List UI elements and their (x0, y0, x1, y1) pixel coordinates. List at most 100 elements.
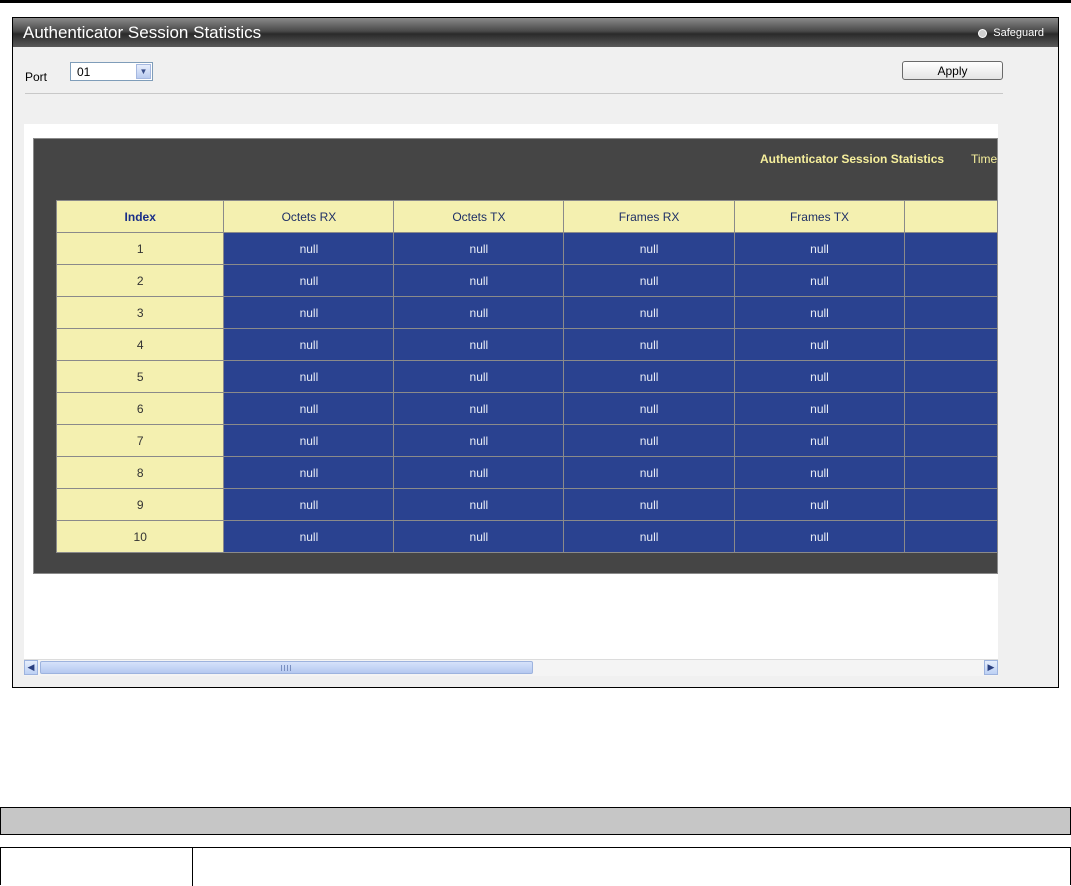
data-cell: null (223, 296, 395, 329)
data-cell: null (733, 520, 906, 553)
data-cell: null (733, 456, 906, 489)
column-header: Index (56, 200, 225, 233)
data-cell: null (563, 328, 735, 361)
stats-table-viewport: Index Octets RX Octets TX Frames RX Frames T… (56, 200, 998, 572)
data-cell: null (223, 264, 395, 297)
table-row: 6 null null null null (56, 392, 998, 425)
stats-table: Index Octets RX Octets TX Frames RX Frames T… (56, 200, 998, 553)
data-cell (904, 520, 998, 553)
data-cell: null (563, 488, 735, 521)
data-cell: null (223, 456, 395, 489)
data-cell: null (393, 360, 565, 393)
chevron-down-icon[interactable]: ▼ (136, 64, 151, 79)
data-cell: null (393, 392, 565, 425)
port-label: Port (25, 70, 48, 84)
arrow-right-icon[interactable]: ▶ (984, 660, 998, 675)
data-cell: null (733, 328, 906, 361)
data-cell: null (393, 488, 565, 521)
data-cell: null (733, 392, 906, 425)
index-cell: 7 (56, 424, 225, 457)
data-cell: null (563, 360, 735, 393)
column-header: Octets RX (223, 200, 395, 233)
data-cell (904, 488, 998, 521)
data-cell: null (393, 456, 565, 489)
document-table-row (0, 847, 1071, 886)
index-cell: 4 (56, 328, 225, 361)
data-cell: null (393, 264, 565, 297)
status-dot-icon (978, 28, 988, 38)
index-cell: 10 (56, 520, 225, 553)
data-cell: null (733, 232, 906, 265)
data-cell: null (733, 360, 906, 393)
data-cell: null (393, 424, 565, 457)
table-row: 4 null null null null (56, 328, 998, 361)
index-cell: 2 (56, 264, 225, 297)
data-cell (904, 456, 998, 489)
data-cell: null (733, 488, 906, 521)
index-cell: 8 (56, 456, 225, 489)
data-cell: null (223, 520, 395, 553)
stats-panel: Authenticator Session Statistics Time In… (33, 138, 998, 574)
index-cell: 3 (56, 296, 225, 329)
arrow-left-icon[interactable]: ◀ (24, 660, 38, 675)
data-cell: null (393, 328, 565, 361)
data-cell: null (563, 264, 735, 297)
title-bar: Authenticator Session Statistics Safegua… (13, 18, 1058, 47)
data-cell: null (563, 456, 735, 489)
column-header: Frames RX (563, 200, 735, 233)
data-cell: null (223, 232, 395, 265)
data-cell: null (733, 264, 906, 297)
safeguard-label: Safeguard (993, 27, 1044, 39)
horizontal-scrollbar[interactable]: ◀ ▶ (24, 659, 998, 676)
data-cell: null (223, 328, 395, 361)
table-row: 10 null null null null (56, 520, 998, 553)
column-header: Octets TX (393, 200, 565, 233)
index-cell: 1 (56, 232, 225, 265)
scrollbar-thumb[interactable] (40, 661, 533, 674)
column-header: Frames TX (733, 200, 906, 233)
data-cell (904, 296, 998, 329)
data-cell (904, 360, 998, 393)
index-cell: 9 (56, 488, 225, 521)
document-table-header (0, 807, 1071, 835)
table-row: 5 null null null null (56, 360, 998, 393)
data-cell (904, 424, 998, 457)
data-cell: null (563, 392, 735, 425)
data-cell: null (223, 360, 395, 393)
table-row: 3 null null null null (56, 296, 998, 329)
table-header-row: Index Octets RX Octets TX Frames RX Frames T… (56, 200, 998, 233)
table-row: 1 null null null null (56, 232, 998, 265)
page-title: Authenticator Session Statistics (23, 23, 262, 42)
table-row: 7 null null null null (56, 424, 998, 457)
data-cell (904, 232, 998, 265)
data-cell (904, 264, 998, 297)
data-cell: null (393, 232, 565, 265)
data-cell: null (393, 520, 565, 553)
grip-icon (281, 665, 293, 671)
apply-button[interactable]: Apply (902, 61, 1003, 80)
data-cell: null (223, 488, 395, 521)
top-rule (0, 0, 1071, 3)
divider (25, 93, 1003, 94)
table-row: 8 null null null null (56, 456, 998, 489)
port-select[interactable]: 01 ▼ (70, 62, 153, 81)
data-cell: null (733, 296, 906, 329)
data-cell: null (393, 296, 565, 329)
data-cell: null (563, 296, 735, 329)
index-cell: 6 (56, 392, 225, 425)
data-cell (904, 392, 998, 425)
time-label: Time (971, 152, 998, 166)
column-header (904, 200, 998, 233)
column-divider (192, 848, 193, 886)
index-cell: 5 (56, 360, 225, 393)
data-cell: null (223, 424, 395, 457)
data-cell: null (733, 424, 906, 457)
safeguard-indicator[interactable]: Safeguard (978, 27, 1044, 39)
data-cell: null (563, 520, 735, 553)
port-select-value: 01 (77, 65, 91, 79)
data-cell: null (223, 392, 395, 425)
table-row: 2 null null null null (56, 264, 998, 297)
stats-panel-title: Authenticator Session Statistics (760, 152, 945, 166)
data-cell: null (563, 232, 735, 265)
data-cell: null (563, 424, 735, 457)
